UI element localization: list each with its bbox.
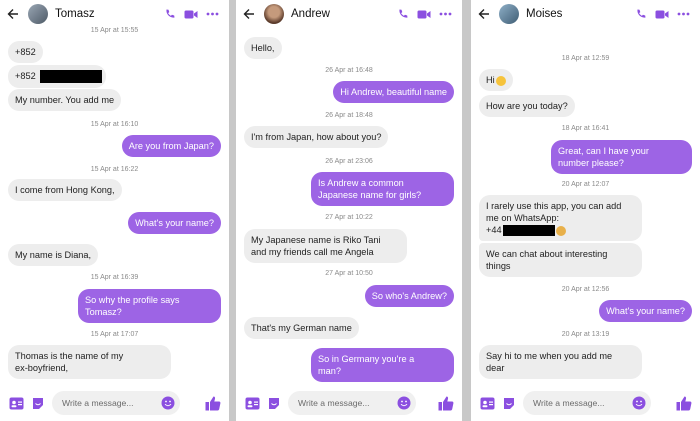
message-incoming: How are you today? <box>479 95 575 117</box>
more-icon[interactable] <box>206 12 219 16</box>
date-label: 18 Apr at 16:41 <box>561 125 610 132</box>
message-incoming: Hello, <box>244 37 282 59</box>
video-icon[interactable] <box>417 9 431 20</box>
message-input-wrapper <box>523 391 651 415</box>
date-label: 15 Apr at 16:39 <box>90 274 139 281</box>
avatar[interactable] <box>499 4 519 24</box>
chat-panel-moises: Moises 18 Apr at 12:59 Hi How are you to… <box>471 0 700 421</box>
date-label: 15 Apr at 17:07 <box>90 331 139 338</box>
sticker-icon[interactable] <box>32 397 44 410</box>
date-label: 15 Apr at 15:55 <box>90 27 139 34</box>
message-incoming: Say hi to me when you add me dear <box>479 345 642 379</box>
composer-bar <box>471 385 700 421</box>
contact-card-icon[interactable] <box>480 397 495 410</box>
thumbs-up-icon[interactable] <box>438 396 454 411</box>
message-input-wrapper <box>52 391 180 415</box>
date-label: 26 Apr at 23:06 <box>325 158 373 165</box>
flower-emoji-icon <box>555 225 566 236</box>
message-incoming: My Japanese name is Riko Tani and my fri… <box>244 229 407 263</box>
smiley-emoji-icon <box>495 75 506 86</box>
chat-header: Tomasz <box>0 0 229 28</box>
message-incoming: Thomas is the name of my ex-boyfriend, <box>8 345 171 379</box>
date-label: 15 Apr at 16:22 <box>90 166 139 173</box>
contact-card-icon[interactable] <box>245 397 260 410</box>
message-input-wrapper <box>288 391 416 415</box>
emoji-icon[interactable] <box>632 396 646 410</box>
more-icon[interactable] <box>439 12 452 16</box>
chat-panel-tomasz: Tomasz 15 Apr at 15:55 +852 +852 My numb… <box>0 0 229 421</box>
composer-bar <box>236 385 462 421</box>
chat-header: Moises <box>471 0 700 28</box>
message-outgoing: What's your name? <box>599 300 692 322</box>
contact-card-icon[interactable] <box>9 397 24 410</box>
message-outgoing: Are you from Japan? <box>121 135 221 157</box>
back-arrow-icon[interactable] <box>243 8 255 20</box>
message-outgoing: Is Andrew a common Japanese name for gir… <box>311 172 454 206</box>
video-icon[interactable] <box>184 9 198 20</box>
more-icon[interactable] <box>677 12 690 16</box>
message-incoming: +852 <box>8 65 106 89</box>
emoji-icon[interactable] <box>161 396 175 410</box>
thumbs-up-icon[interactable] <box>205 396 221 411</box>
back-arrow-icon[interactable] <box>7 8 19 20</box>
contact-name[interactable]: Moises <box>526 8 562 20</box>
date-label: 20 Apr at 13:19 <box>561 331 610 338</box>
video-icon[interactable] <box>655 9 669 20</box>
date-label: 27 Apr at 10:22 <box>325 214 373 221</box>
phone-icon[interactable] <box>164 8 176 20</box>
date-label: 27 Apr at 10:50 <box>325 270 373 277</box>
redacted-phone <box>502 225 555 237</box>
back-arrow-icon[interactable] <box>478 8 490 20</box>
date-label: 20 Apr at 12:56 <box>561 286 610 293</box>
date-label: 18 Apr at 12:59 <box>561 55 610 62</box>
composer-bar <box>0 385 229 421</box>
contact-name[interactable]: Andrew <box>291 8 330 20</box>
message-input[interactable] <box>296 397 396 409</box>
sticker-icon[interactable] <box>503 397 515 410</box>
message-outgoing: Great, can I have your number please? <box>551 140 692 174</box>
message-input[interactable] <box>531 397 631 409</box>
thumbs-up-icon[interactable] <box>676 396 692 411</box>
phone-icon[interactable] <box>635 8 647 20</box>
sticker-icon[interactable] <box>268 397 280 410</box>
message-input[interactable] <box>60 397 160 409</box>
phone-icon[interactable] <box>397 8 409 20</box>
date-label: 26 Apr at 18:48 <box>325 112 373 119</box>
message-incoming: My name is Diana, <box>8 244 99 266</box>
chat-panel-andrew: Andrew Hello, 26 Apr at 16:48 Hi Andrew,… <box>236 0 462 421</box>
date-label: 26 Apr at 16:48 <box>325 67 373 74</box>
avatar[interactable] <box>264 4 284 24</box>
chat-header: Andrew <box>236 0 462 28</box>
date-label: 20 Apr at 12:07 <box>561 181 610 188</box>
message-incoming: That's my German name <box>244 317 359 339</box>
message-incoming: +852 <box>8 41 43 63</box>
message-incoming: We can chat about interesting things <box>479 243 642 277</box>
message-incoming: Hi <box>479 69 513 91</box>
message-outgoing: Hi Andrew, beautiful name <box>333 81 454 103</box>
avatar[interactable] <box>28 4 48 24</box>
contact-name[interactable]: Tomasz <box>55 8 95 20</box>
redacted-phone <box>39 70 102 84</box>
message-outgoing: So in Germany you're a man? <box>311 348 454 382</box>
message-outgoing: What's your name? <box>128 212 221 234</box>
message-outgoing: So who's Andrew? <box>364 285 454 307</box>
message-incoming: I come from Hong Kong, <box>8 179 122 201</box>
emoji-icon[interactable] <box>397 396 411 410</box>
date-label: 15 Apr at 16:10 <box>90 121 139 128</box>
message-outgoing: So why the profile says Tomasz? <box>78 289 221 323</box>
message-incoming: My number. You add me <box>8 89 122 111</box>
message-incoming: I'm from Japan, how about you? <box>244 126 389 148</box>
message-incoming: I rarely use this app, you can add me on… <box>479 195 642 242</box>
